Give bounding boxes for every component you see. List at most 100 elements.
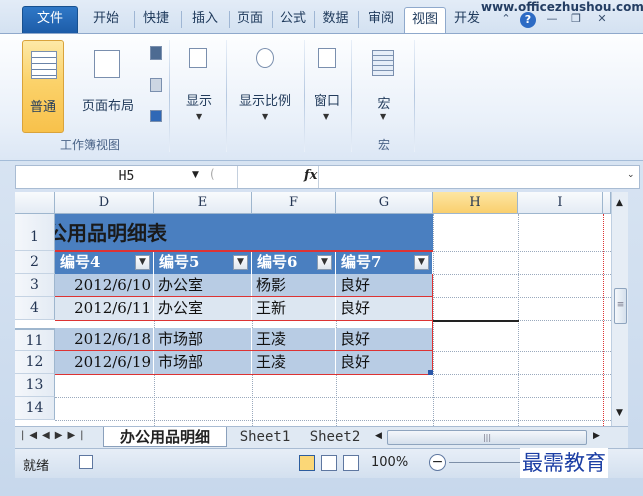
- tab-review[interactable]: 审阅: [360, 7, 402, 33]
- group-workbook-views-label: 工作簿视图: [59, 138, 120, 152]
- zoom-out-icon[interactable]: −: [429, 454, 446, 471]
- scroll-left-icon[interactable]: ◀: [375, 431, 382, 441]
- window-dropdown-icon: ▼: [323, 112, 330, 121]
- excel-window: 文件 开始 快捷 插入 页面 公式 数据 审阅 视图 开发 www.office…: [0, 0, 643, 496]
- expand-formula-icon[interactable]: ⌄: [627, 170, 635, 180]
- sheet-tab-active[interactable]: 办公用品明细: [103, 427, 227, 447]
- restore-icon[interactable]: ❐: [568, 12, 584, 28]
- filter-dropdown-icon[interactable]: ▼: [233, 255, 248, 270]
- table-cell[interactable]: 良好: [336, 274, 433, 297]
- column-header-i[interactable]: I: [518, 192, 603, 214]
- select-all-corner[interactable]: [15, 192, 55, 214]
- window-label: 窗口: [313, 94, 340, 109]
- row-header-11[interactable]: 11: [15, 328, 55, 351]
- row-header-14[interactable]: 14: [15, 397, 55, 420]
- filter-dropdown-icon[interactable]: ▼: [414, 255, 429, 270]
- table-cell[interactable]: 2012/6/11: [55, 297, 154, 320]
- tab-file[interactable]: 文件: [22, 6, 78, 33]
- macro-button[interactable]: 宏 ▼: [358, 40, 410, 133]
- column-header-f[interactable]: F: [252, 192, 336, 214]
- row-header-2[interactable]: 2: [15, 251, 55, 274]
- page-break-preview-icon[interactable]: [150, 46, 162, 60]
- scroll-down-icon[interactable]: ▼: [616, 408, 623, 418]
- vertical-scrollbar[interactable]: ▲ ≡ ▼: [611, 192, 628, 426]
- table-cell[interactable]: 2012/6/19: [55, 351, 154, 374]
- zoom-level[interactable]: 100%: [371, 455, 408, 470]
- scroll-up-icon[interactable]: ▲: [616, 198, 623, 208]
- custom-views-icon[interactable]: [150, 78, 162, 92]
- name-box[interactable]: H5: [16, 166, 238, 188]
- page-layout-button[interactable]: 页面布局: [72, 40, 144, 133]
- full-screen-icon[interactable]: [150, 110, 162, 122]
- insert-function-icon[interactable]: fx: [304, 168, 317, 183]
- row-header-12[interactable]: 12: [15, 351, 55, 374]
- zoom-slider[interactable]: [449, 462, 529, 463]
- page-layout-status-icon[interactable]: [321, 455, 337, 471]
- page-break-status-icon[interactable]: [343, 455, 359, 471]
- table-cell[interactable]: 王凌: [252, 328, 336, 351]
- scroll-right-icon[interactable]: ▶: [593, 431, 600, 441]
- page-layout-icon: [94, 50, 120, 78]
- table-cell[interactable]: 办公室: [154, 297, 252, 320]
- header-cell-4: 编号7 ▼: [336, 251, 433, 274]
- tab-quick[interactable]: 快捷: [137, 7, 175, 33]
- sheet-tab[interactable]: Sheet2: [303, 427, 367, 447]
- macro-dropdown-icon: ▼: [380, 112, 387, 121]
- header-cell-2: 编号5 ▼: [154, 251, 252, 274]
- table-cell[interactable]: 良好: [336, 297, 433, 320]
- table-cell[interactable]: 2012/6/10: [55, 274, 154, 297]
- table-cell[interactable]: 王新: [252, 297, 336, 320]
- tab-view[interactable]: 视图: [404, 7, 446, 33]
- row-header-4[interactable]: 4: [15, 297, 55, 320]
- tab-page-layout[interactable]: 页面: [231, 7, 269, 33]
- worksheet-grid[interactable]: D E F G H I 1 2 3 4 11 12 13 14 公用品明细表 编…: [15, 192, 611, 426]
- table-resize-handle[interactable]: [428, 370, 433, 375]
- zoom-button[interactable]: 显示比例 ▼: [229, 40, 301, 133]
- minimize-icon[interactable]: —: [544, 12, 560, 28]
- column-header-g[interactable]: G: [336, 192, 433, 214]
- filter-dropdown-icon[interactable]: ▼: [317, 255, 332, 270]
- close-icon[interactable]: ✕: [594, 12, 610, 28]
- ribbon-collapse-icon[interactable]: ⌃: [498, 12, 514, 28]
- sheet-nav-icons[interactable]: |◀◀▶▶|: [21, 430, 89, 441]
- show-icon: [189, 48, 207, 68]
- group-macro-label: 宏: [377, 138, 390, 152]
- column-header-h[interactable]: H: [433, 192, 518, 214]
- column-header-d[interactable]: D: [55, 192, 154, 214]
- selected-cell-h5[interactable]: [433, 320, 519, 323]
- sheet-tab[interactable]: Sheet1: [229, 427, 301, 447]
- name-box-dropdown-icon[interactable]: ▼: [192, 170, 199, 180]
- filter-dropdown-icon[interactable]: ▼: [135, 255, 150, 270]
- window-icon: [318, 48, 336, 68]
- tab-home[interactable]: 开始: [82, 7, 130, 33]
- table-cell[interactable]: 良好: [336, 351, 433, 374]
- status-ready: 就绪: [23, 459, 50, 474]
- scroll-thumb[interactable]: ≡: [614, 288, 627, 324]
- horizontal-scroll-thumb[interactable]: |||: [387, 430, 587, 445]
- row-header-13[interactable]: 13: [15, 374, 55, 397]
- formula-input[interactable]: [322, 166, 622, 188]
- ribbon: 普通 页面布局 工作簿视图 显示 ▼ 显示比例 ▼ 窗口 ▼ 宏 ▼ 宏: [0, 33, 643, 161]
- macro-record-icon[interactable]: [79, 455, 93, 469]
- row-header-1[interactable]: 1: [15, 214, 55, 251]
- help-icon[interactable]: ?: [520, 12, 536, 28]
- normal-view-status-icon[interactable]: [299, 455, 315, 471]
- show-button[interactable]: 显示 ▼: [175, 40, 223, 133]
- tab-insert[interactable]: 插入: [183, 7, 227, 33]
- column-header-e[interactable]: E: [154, 192, 252, 214]
- table-cell[interactable]: 办公室: [154, 274, 252, 297]
- row-header-3[interactable]: 3: [15, 274, 55, 297]
- table-cell[interactable]: 王凌: [252, 351, 336, 374]
- table-cell[interactable]: 2012/6/18: [55, 328, 154, 351]
- tab-formulas[interactable]: 公式: [273, 7, 313, 33]
- table-cell[interactable]: 良好: [336, 328, 433, 351]
- table-cell[interactable]: 市场部: [154, 351, 252, 374]
- macro-label: 宏: [377, 97, 391, 112]
- table-cell[interactable]: 杨影: [252, 274, 336, 297]
- table-cell[interactable]: 市场部: [154, 328, 252, 351]
- window-button[interactable]: 窗口 ▼: [307, 40, 347, 133]
- watermark-text: 最需教育: [520, 448, 608, 478]
- normal-view-button[interactable]: 普通: [22, 40, 64, 133]
- normal-view-icon: [31, 51, 57, 79]
- tab-data[interactable]: 数据: [315, 7, 356, 33]
